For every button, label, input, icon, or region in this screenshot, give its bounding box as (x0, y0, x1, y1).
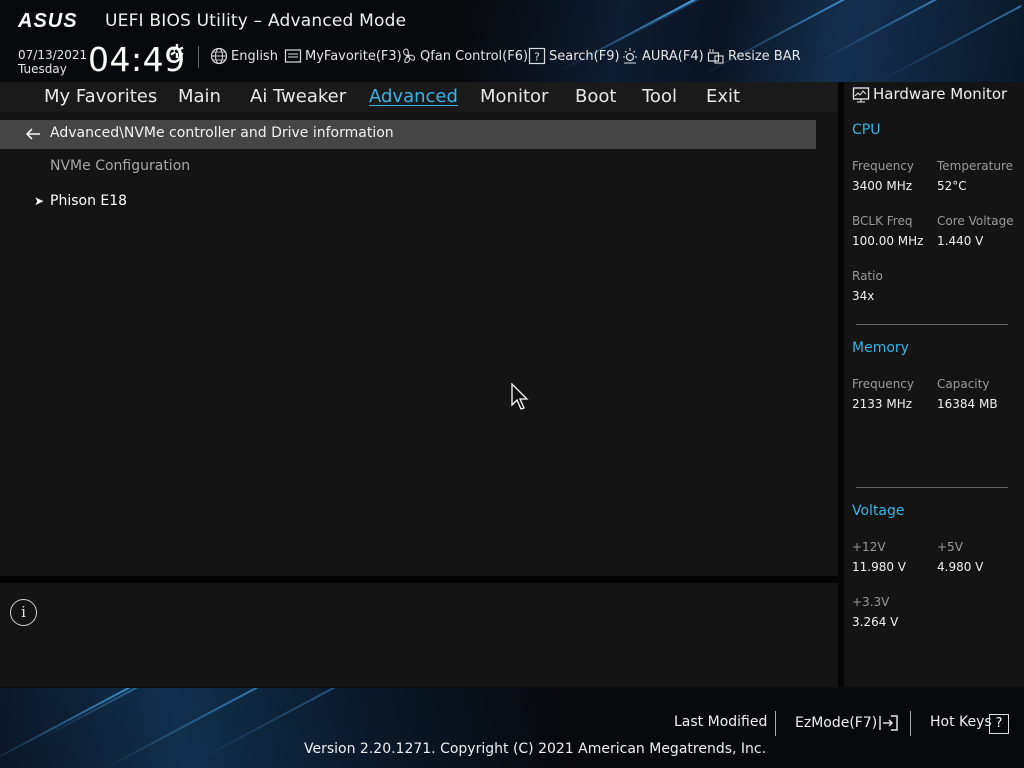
version-text: Version 2.20.1271. Copyright (C) 2021 Am… (304, 741, 767, 757)
v12-value: 11.980 V (852, 560, 907, 574)
tab-monitor[interactable]: Monitor (480, 86, 548, 107)
hardware-monitor-header: Hardware Monitor (844, 82, 1024, 108)
memory-heading: Memory (852, 340, 909, 356)
exit-arrow-icon (879, 715, 898, 731)
core-voltage-value: 1.440 V (937, 234, 984, 248)
v12-label: +12V (852, 540, 886, 554)
hot-keys-help-icon[interactable]: ? (989, 714, 1009, 734)
last-modified-button[interactable]: Last Modified (674, 714, 767, 730)
search-label: Search(F9) (549, 48, 620, 64)
section-divider (856, 487, 1008, 488)
qfan-label: Qfan Control(F6) (420, 48, 529, 64)
hardware-monitor-title: Hardware Monitor (873, 85, 1008, 103)
v5-value: 4.980 V (937, 560, 984, 574)
v33-value: 3.264 V (852, 615, 899, 629)
bclk-value: 100.00 MHz (852, 234, 924, 248)
info-icon: i (10, 599, 37, 626)
settings-panel: Advanced\NVMe controller and Drive infor… (0, 112, 838, 576)
back-arrow-icon[interactable] (24, 125, 42, 143)
search-button[interactable]: ? Search(F9) (528, 47, 620, 65)
bclk-label: BCLK Freq (852, 214, 913, 228)
tab-tool[interactable]: Tool (642, 86, 677, 107)
svg-text:ASUS: ASUS (18, 10, 78, 30)
memory-frequency-label: Frequency (852, 377, 914, 391)
hot-keys-label[interactable]: Hot Keys (930, 714, 992, 730)
submenu-arrow-icon: ➤ (34, 194, 45, 208)
weekday-text: Tuesday (18, 62, 67, 76)
cpu-temperature-label: Temperature (937, 159, 1014, 173)
mouse-cursor-icon (511, 383, 529, 410)
v33-label: +3.3V (852, 595, 890, 609)
hardware-monitor-panel: Hardware Monitor CPU Frequency Temperatu… (844, 82, 1024, 687)
language-button[interactable]: English (210, 47, 278, 65)
myfavorite-button[interactable]: MyFavorite(F3) (284, 47, 402, 65)
aura-light-icon (623, 48, 637, 64)
svg-text:?: ? (534, 51, 540, 64)
cpu-temperature-value: 52°C (937, 179, 967, 193)
favorite-list-icon (284, 49, 302, 63)
tab-advanced[interactable]: Advanced (369, 86, 458, 107)
tab-my-favorites[interactable]: My Favorites (44, 86, 157, 107)
main-tab-bar: My Favorites Main Ai Tweaker Advanced Mo… (0, 82, 838, 112)
resizebar-button[interactable]: Resize BAR (707, 47, 801, 65)
date-text: 07/13/2021 (18, 48, 88, 62)
memory-capacity-value: 16384 MB (937, 397, 998, 411)
memory-frequency-value: 2133 MHz (852, 397, 913, 411)
resize-bar-icon (707, 49, 724, 64)
globe-icon (210, 47, 228, 65)
breadcrumb[interactable]: Advanced\NVMe controller and Drive infor… (0, 120, 816, 149)
v5-label: +5V (937, 540, 963, 554)
panel-divider (0, 576, 838, 583)
core-voltage-label: Core Voltage (937, 214, 1014, 228)
footer-divider (910, 711, 911, 736)
section-divider (856, 324, 1008, 325)
tab-ai-tweaker[interactable]: Ai Tweaker (250, 86, 346, 107)
language-label: English (231, 48, 278, 64)
submenu-item-phison-e18[interactable]: Phison E18 (50, 193, 127, 209)
ratio-label: Ratio (852, 269, 883, 283)
app-title: UEFI BIOS Utility – Advanced Mode (105, 11, 407, 31)
search-help-icon: ? (528, 47, 546, 65)
fan-icon (403, 48, 415, 63)
memory-capacity-label: Capacity (937, 377, 990, 391)
footer-divider (775, 711, 776, 736)
aura-label: AURA(F4) (642, 48, 704, 64)
section-label: NVMe Configuration (50, 158, 191, 174)
voltage-heading: Voltage (852, 503, 905, 519)
cpu-frequency-value: 3400 MHz (852, 179, 913, 193)
cpu-heading: CPU (852, 122, 881, 138)
help-panel: i (0, 583, 838, 687)
tab-exit[interactable]: Exit (706, 86, 740, 107)
resizebar-label: Resize BAR (728, 48, 801, 64)
asus-logo: ASUS (18, 10, 78, 30)
monitor-icon (852, 87, 870, 103)
ezmode-label: EzMode(F7) (795, 715, 878, 731)
myfavorite-label: MyFavorite(F3) (305, 48, 402, 64)
ratio-value: 34x (852, 289, 875, 303)
date-display[interactable]: 07/13/2021 Tuesday (18, 48, 87, 76)
header-divider (198, 46, 199, 68)
gear-icon[interactable]: ✲ (169, 41, 185, 63)
breadcrumb-text: Advanced\NVMe controller and Drive infor… (50, 125, 394, 141)
tab-main[interactable]: Main (178, 86, 221, 107)
cpu-frequency-label: Frequency (852, 159, 914, 173)
ezmode-button[interactable]: EzMode(F7) (795, 714, 899, 732)
qfan-button[interactable]: Qfan Control(F6) (399, 47, 528, 65)
aura-button[interactable]: AURA(F4) (621, 47, 704, 65)
tab-boot[interactable]: Boot (575, 86, 616, 107)
